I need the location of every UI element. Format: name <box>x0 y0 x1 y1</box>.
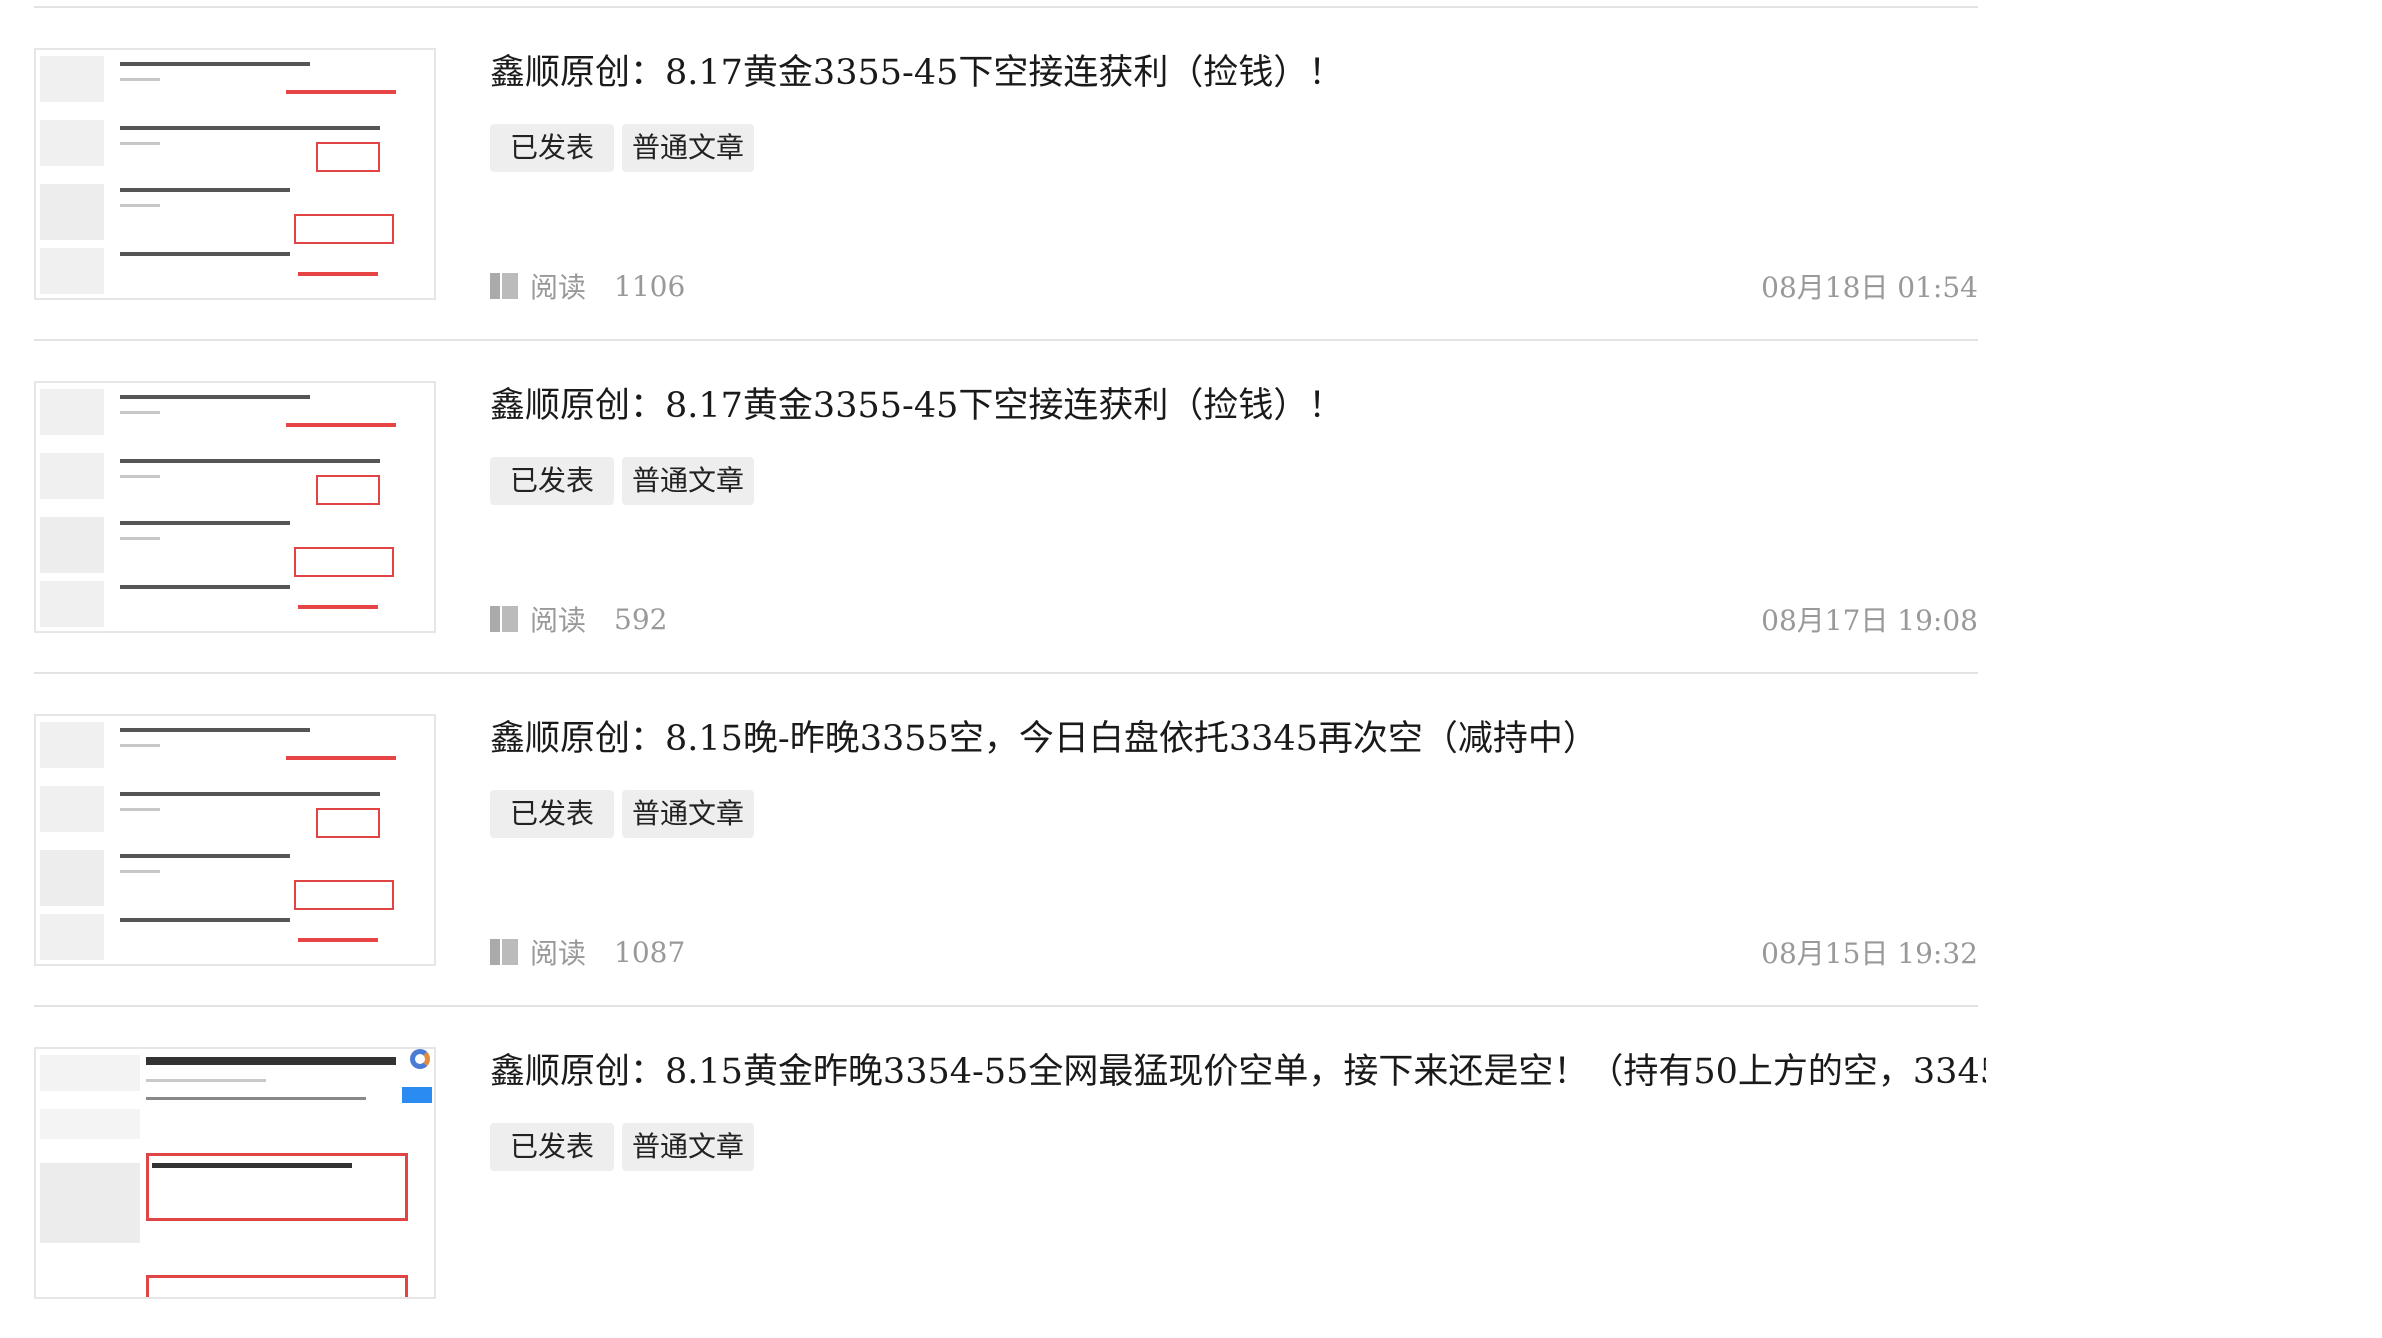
type-tag: 普通文章 <box>622 1123 755 1171</box>
book-icon <box>490 273 518 299</box>
read-count: 592 <box>614 602 668 636</box>
article-thumbnail[interactable] <box>34 714 436 966</box>
article-row[interactable]: 鑫顺原创：8.15晚-昨晚3355空，今日白盘依托3345再次空（减持中） 已发… <box>34 672 1978 1005</box>
article-title[interactable]: 鑫顺原创：8.15晚-昨晚3355空，今日白盘依托3345再次空（减持中） <box>490 714 1986 764</box>
article-thumbnail[interactable] <box>34 1047 436 1299</box>
read-count: 1106 <box>614 269 686 303</box>
read-count: 1087 <box>614 935 686 969</box>
read-stats: 阅读 592 <box>490 599 667 639</box>
status-tag: 已发表 <box>490 124 615 172</box>
article-tags: 已发表 普通文章 <box>490 790 755 838</box>
article-row[interactable]: 鑫顺原创：8.15黄金昨晚3354-55全网最猛现价空单，接下来还是空！（持有5… <box>34 1005 1986 1338</box>
type-tag: 普通文章 <box>622 457 755 505</box>
type-tag: 普通文章 <box>622 124 755 172</box>
read-stats: 阅读 1087 <box>490 932 685 972</box>
article-tags: 已发表 普通文章 <box>490 1123 755 1171</box>
read-label: 阅读 <box>530 271 587 304</box>
status-tag: 已发表 <box>490 457 615 505</box>
book-icon <box>490 606 518 632</box>
article-row[interactable]: 鑫顺原创：8.17黄金3355-45下空接连获利（捡钱）！ 已发表 普通文章 阅… <box>34 6 1978 339</box>
status-tag: 已发表 <box>490 1123 615 1171</box>
article-tags: 已发表 普通文章 <box>490 124 755 172</box>
book-icon <box>490 939 518 965</box>
publish-date: 08月18日 01:54 <box>1761 271 1978 304</box>
article-thumbnail[interactable] <box>34 381 436 633</box>
publish-date: 08月15日 19:32 <box>1761 937 1978 970</box>
article-row[interactable]: 鑫顺原创：8.17黄金3355-45下空接连获利（捡钱）！ 已发表 普通文章 阅… <box>34 339 1978 672</box>
article-tags: 已发表 普通文章 <box>490 457 755 505</box>
article-thumbnail[interactable] <box>34 48 436 300</box>
read-stats: 阅读 1106 <box>490 266 685 306</box>
read-label: 阅读 <box>530 937 587 970</box>
status-tag: 已发表 <box>490 790 615 838</box>
article-title[interactable]: 鑫顺原创：8.15黄金昨晚3354-55全网最猛现价空单，接下来还是空！（持有5… <box>490 1047 1986 1097</box>
publish-date: 08月17日 19:08 <box>1761 604 1978 637</box>
article-title[interactable]: 鑫顺原创：8.17黄金3355-45下空接连获利（捡钱）！ <box>490 48 1986 98</box>
type-tag: 普通文章 <box>622 790 755 838</box>
article-title[interactable]: 鑫顺原创：8.17黄金3355-45下空接连获利（捡钱）！ <box>490 381 1986 431</box>
article-list: 鑫顺原创：8.17黄金3355-45下空接连获利（捡钱）！ 已发表 普通文章 阅… <box>34 0 1986 1338</box>
read-label: 阅读 <box>530 604 587 637</box>
